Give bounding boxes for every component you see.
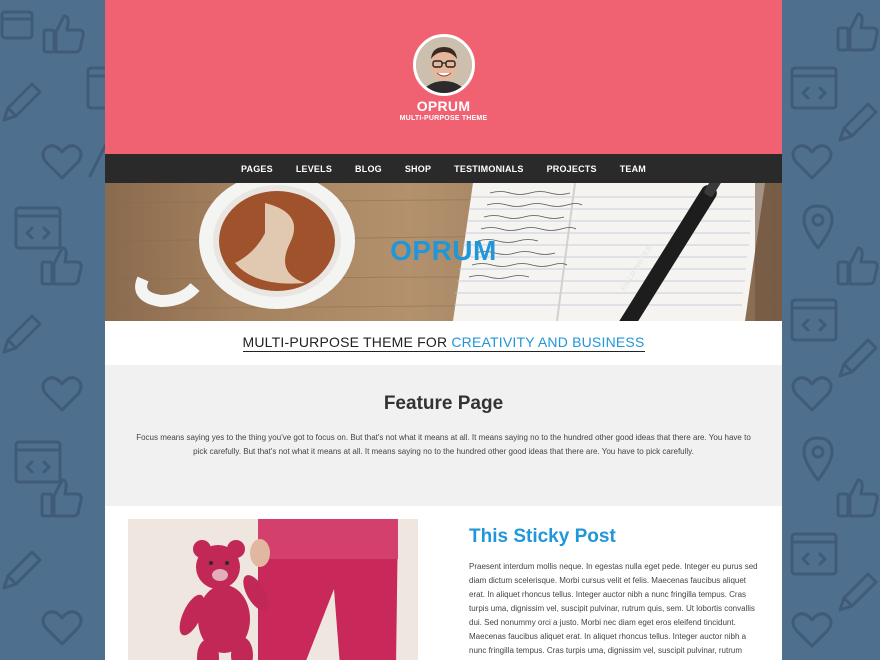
page-container: OPRUM MULTI-PURPOSE THEME PAGES LEVELS B… (105, 0, 782, 660)
thumbs-up-icon (836, 246, 879, 286)
thumbs-up-icon (42, 14, 85, 54)
theme-tagline[interactable]: MULTI-PURPOSE THEME FOR CREATIVITY AND B… (242, 334, 645, 352)
nav-item-team[interactable]: TEAM (608, 164, 657, 174)
site-header: OPRUM MULTI-PURPOSE THEME (105, 0, 782, 154)
nav-item-shop[interactable]: SHOP (393, 164, 442, 174)
pencil-icon (88, 142, 106, 178)
browser-window-icon (0, 10, 34, 40)
heart-icon (791, 376, 833, 412)
tagline-prefix: MULTI-PURPOSE THEME FOR (242, 334, 452, 350)
pencil-icon (2, 82, 42, 122)
browser-window-icon (790, 298, 838, 342)
thumbs-up-icon (40, 478, 83, 518)
avatar-portrait (415, 37, 472, 93)
avatar[interactable] (412, 34, 475, 96)
nav-item-projects[interactable]: PROJECTS (535, 164, 608, 174)
thumbs-up-icon (40, 246, 83, 286)
feature-body: Focus means saying yes to the thing you'… (136, 433, 751, 456)
nav-item-levels[interactable]: LEVELS (284, 164, 343, 174)
thumbs-up-icon (836, 12, 879, 52)
post-photo (128, 519, 418, 660)
pencil-icon (838, 338, 878, 378)
site-tagline: MULTI-PURPOSE THEME (399, 115, 488, 122)
heart-icon (41, 144, 83, 180)
browser-window-icon (790, 66, 838, 110)
thumbs-up-icon (836, 478, 879, 518)
browser-window-icon (86, 66, 106, 110)
pencil-icon (2, 550, 42, 590)
sticky-post: This Sticky Post Praesent interdum molli… (105, 506, 782, 660)
tagline-bar: MULTI-PURPOSE THEME FOR CREATIVITY AND B… (105, 321, 782, 365)
pencil-icon (838, 102, 878, 142)
feature-heading: Feature Page (383, 393, 504, 414)
browser-window-icon (790, 532, 838, 576)
nav-item-blog[interactable]: BLOG (344, 164, 394, 174)
map-pin-icon (802, 204, 834, 250)
pencil-icon (2, 314, 42, 354)
nav-item-pages[interactable]: PAGES (229, 164, 284, 174)
feature-section: Feature Page Focus means saying yes to t… (105, 365, 782, 506)
map-pin-icon (802, 436, 834, 482)
post-excerpt: Praesent interdum mollis neque. In egest… (469, 562, 758, 655)
heart-icon (791, 612, 833, 648)
nav-item-testimonials[interactable]: TESTIMONIALS (443, 164, 535, 174)
post-title[interactable]: This Sticky Post (469, 526, 616, 548)
heart-icon (41, 376, 83, 412)
main-nav: PAGES LEVELS BLOG SHOP TESTIMONIALS PROJ… (105, 154, 782, 183)
heart-icon (41, 610, 83, 646)
tagline-accent: CREATIVITY AND BUSINESS (451, 334, 645, 350)
pencil-icon (838, 572, 878, 612)
heart-icon (791, 144, 833, 180)
hero-banner: FIELD NOTES OPRUM (105, 183, 782, 321)
site-title[interactable]: OPRUM (417, 98, 471, 114)
hero-title: OPRUM (390, 235, 497, 266)
post-featured-image[interactable] (128, 519, 418, 660)
